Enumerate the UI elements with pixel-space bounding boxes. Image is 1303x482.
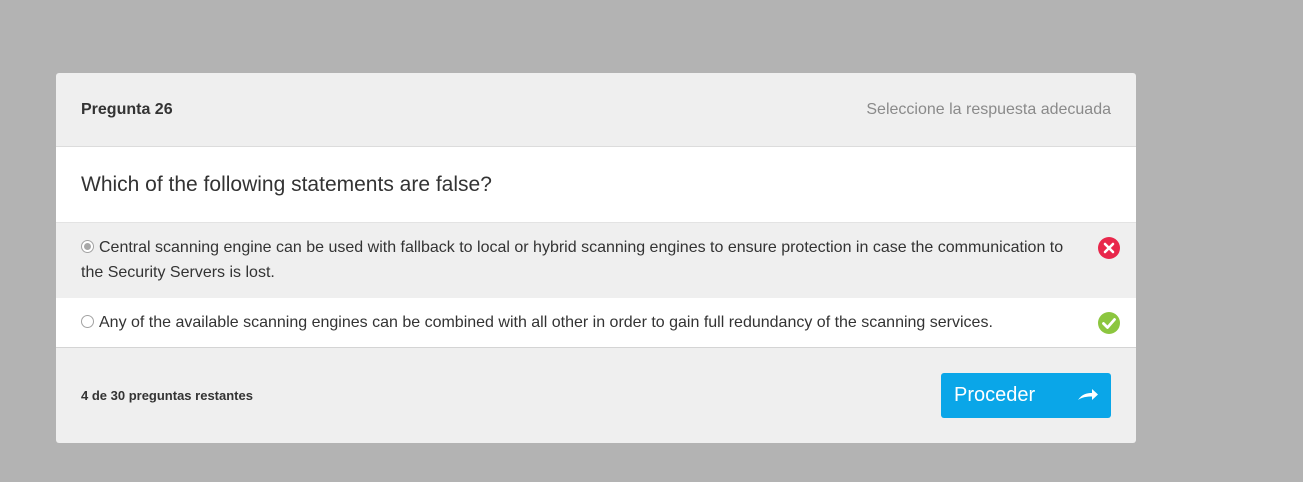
arrow-right-icon bbox=[1078, 389, 1098, 400]
question-card: Pregunta 26 Seleccione la respuesta adec… bbox=[56, 73, 1136, 443]
answer-text-1: Central scanning engine can be used with… bbox=[81, 239, 1064, 281]
remaining-questions: 4 de 30 preguntas restantes bbox=[81, 387, 253, 403]
answer-option-2[interactable]: Any of the available scanning engines ca… bbox=[56, 298, 1136, 348]
answer-radio-1[interactable] bbox=[81, 240, 94, 253]
question-body: Which of the following statements are fa… bbox=[56, 147, 1136, 223]
answer-text-2: Any of the available scanning engines ca… bbox=[99, 314, 993, 331]
check-circle-icon bbox=[1098, 312, 1120, 334]
x-circle-icon bbox=[1098, 237, 1120, 259]
question-header: Pregunta 26 Seleccione la respuesta adec… bbox=[56, 73, 1136, 147]
question-instruction: Seleccione la respuesta adecuada bbox=[866, 100, 1111, 118]
proceed-button[interactable]: Proceder bbox=[941, 372, 1111, 418]
answer-option-1[interactable]: Central scanning engine can be used with… bbox=[56, 223, 1136, 298]
question-text: Which of the following statements are fa… bbox=[81, 172, 492, 196]
question-footer: 4 de 30 preguntas restantes Proceder bbox=[56, 348, 1136, 442]
proceed-label: Proceder bbox=[954, 383, 1036, 406]
answer-radio-2[interactable] bbox=[81, 315, 94, 328]
question-number: Pregunta 26 bbox=[81, 100, 173, 118]
